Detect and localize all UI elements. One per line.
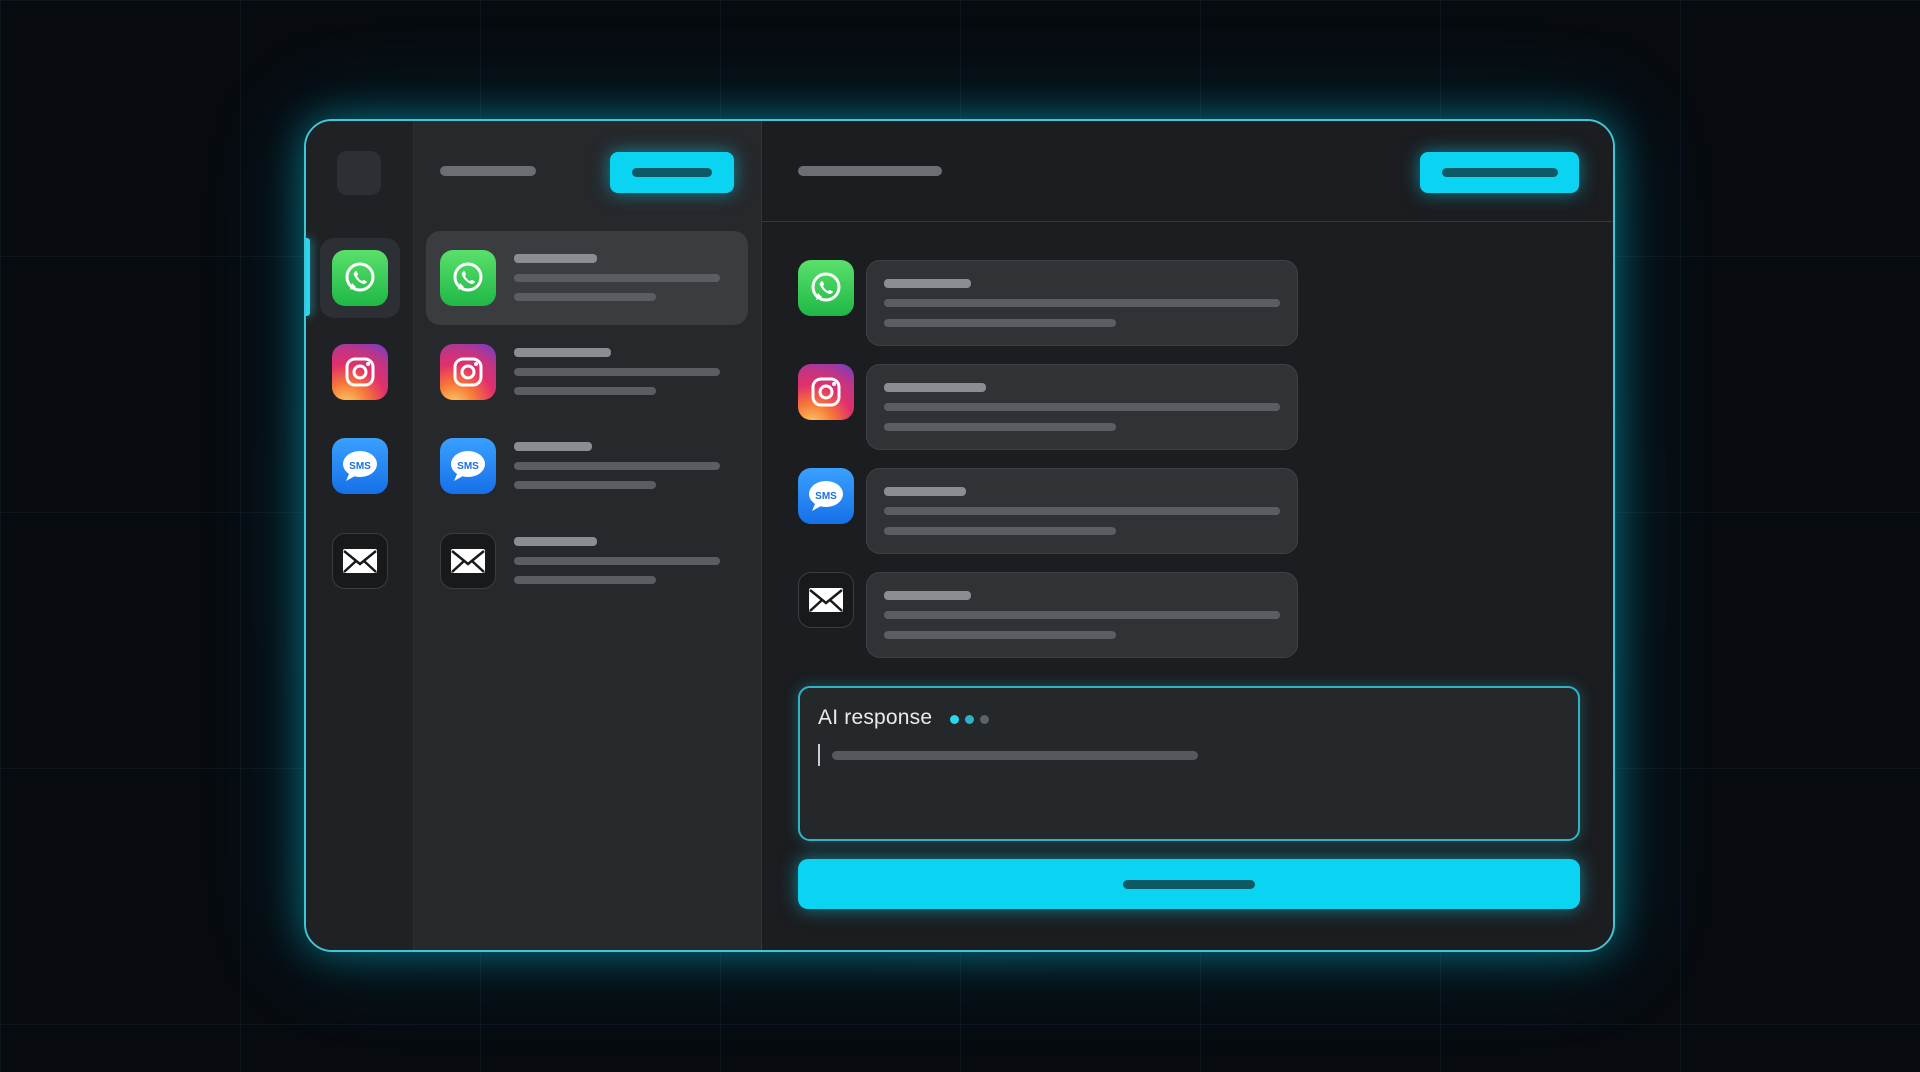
message-text-placeholder [884, 403, 1280, 411]
message-text-placeholder [884, 611, 1280, 619]
text-cursor [818, 744, 820, 766]
sms-label: SMS [815, 490, 837, 502]
message-bubble[interactable] [866, 260, 1298, 346]
contact-name-placeholder [514, 254, 597, 263]
message-text-placeholder [884, 507, 1280, 515]
typing-dot [950, 715, 959, 724]
conversation-row-whatsapp[interactable] [426, 231, 748, 325]
message-bubble[interactable] [866, 468, 1298, 554]
whatsapp-icon [440, 250, 496, 306]
message-row-instagram [798, 364, 1318, 450]
sms-icon: SMS [332, 438, 388, 494]
message-text-placeholder [884, 319, 1116, 327]
conversation-list: SMS [414, 121, 762, 950]
sms-label: SMS [349, 460, 371, 472]
channel-rail: SMS [306, 121, 414, 950]
typing-dot [965, 715, 974, 724]
message-text-placeholder [884, 299, 1280, 307]
app-window: SMS SMS SMS AI response [304, 119, 1615, 952]
message-preview-placeholder [514, 462, 720, 470]
instagram-icon [440, 344, 496, 400]
contact-name-placeholder [514, 442, 592, 451]
message-text-placeholder [884, 631, 1116, 639]
rail-item-whatsapp[interactable] [320, 238, 400, 318]
app-logo[interactable] [337, 151, 381, 195]
pane-title-placeholder [798, 166, 942, 176]
message-preview-placeholder [514, 293, 656, 301]
message-text-placeholder [884, 423, 1116, 431]
sms-icon: SMS [798, 468, 854, 524]
message-preview-placeholder [514, 557, 720, 565]
sender-placeholder [884, 591, 971, 600]
button-label-placeholder [632, 168, 712, 177]
whatsapp-icon [332, 250, 388, 306]
mail-icon [798, 572, 854, 628]
rail-item-sms[interactable]: SMS [320, 426, 400, 506]
instagram-icon [332, 344, 388, 400]
new-conversation-button[interactable] [610, 152, 734, 193]
instagram-icon [798, 364, 854, 420]
mail-icon [332, 533, 388, 589]
header-action-button[interactable] [1420, 152, 1579, 193]
contact-name-placeholder [514, 348, 611, 357]
conversation-row-mail[interactable] [426, 514, 748, 608]
message-bubble[interactable] [866, 572, 1298, 658]
sender-placeholder [884, 383, 986, 392]
rail-item-instagram[interactable] [320, 332, 400, 412]
button-label-placeholder [1123, 879, 1255, 889]
pane-header [762, 121, 1613, 222]
message-preview-placeholder [514, 274, 720, 282]
sender-placeholder [884, 487, 966, 496]
contact-name-placeholder [514, 537, 597, 546]
mail-icon [440, 533, 496, 589]
message-row-whatsapp [798, 260, 1318, 346]
message-row-sms: SMS [798, 468, 1318, 554]
conversation-row-instagram[interactable] [426, 325, 748, 419]
send-button[interactable] [798, 859, 1580, 909]
sms-icon: SMS [440, 438, 496, 494]
message-preview-placeholder [514, 387, 656, 395]
sender-placeholder [884, 279, 971, 288]
whatsapp-icon [798, 260, 854, 316]
button-label-placeholder [1441, 168, 1558, 177]
message-text-placeholder [884, 527, 1116, 535]
message-preview-placeholder [514, 481, 656, 489]
rail-item-mail[interactable] [320, 521, 400, 601]
message-row-mail [798, 572, 1318, 658]
ai-response-label: AI response [818, 706, 933, 729]
typing-dot [980, 715, 989, 724]
message-preview-placeholder [514, 368, 720, 376]
message-pane: SMS AI response [762, 121, 1613, 950]
active-indicator [306, 238, 310, 316]
message-preview-placeholder [514, 576, 656, 584]
list-title-placeholder [440, 166, 536, 176]
typing-indicator [950, 715, 989, 724]
conversation-row-sms[interactable]: SMS [426, 419, 748, 513]
ai-response-box[interactable]: AI response [798, 686, 1580, 841]
sms-label: SMS [457, 460, 479, 472]
message-bubble[interactable] [866, 364, 1298, 450]
response-text-placeholder [832, 751, 1198, 760]
